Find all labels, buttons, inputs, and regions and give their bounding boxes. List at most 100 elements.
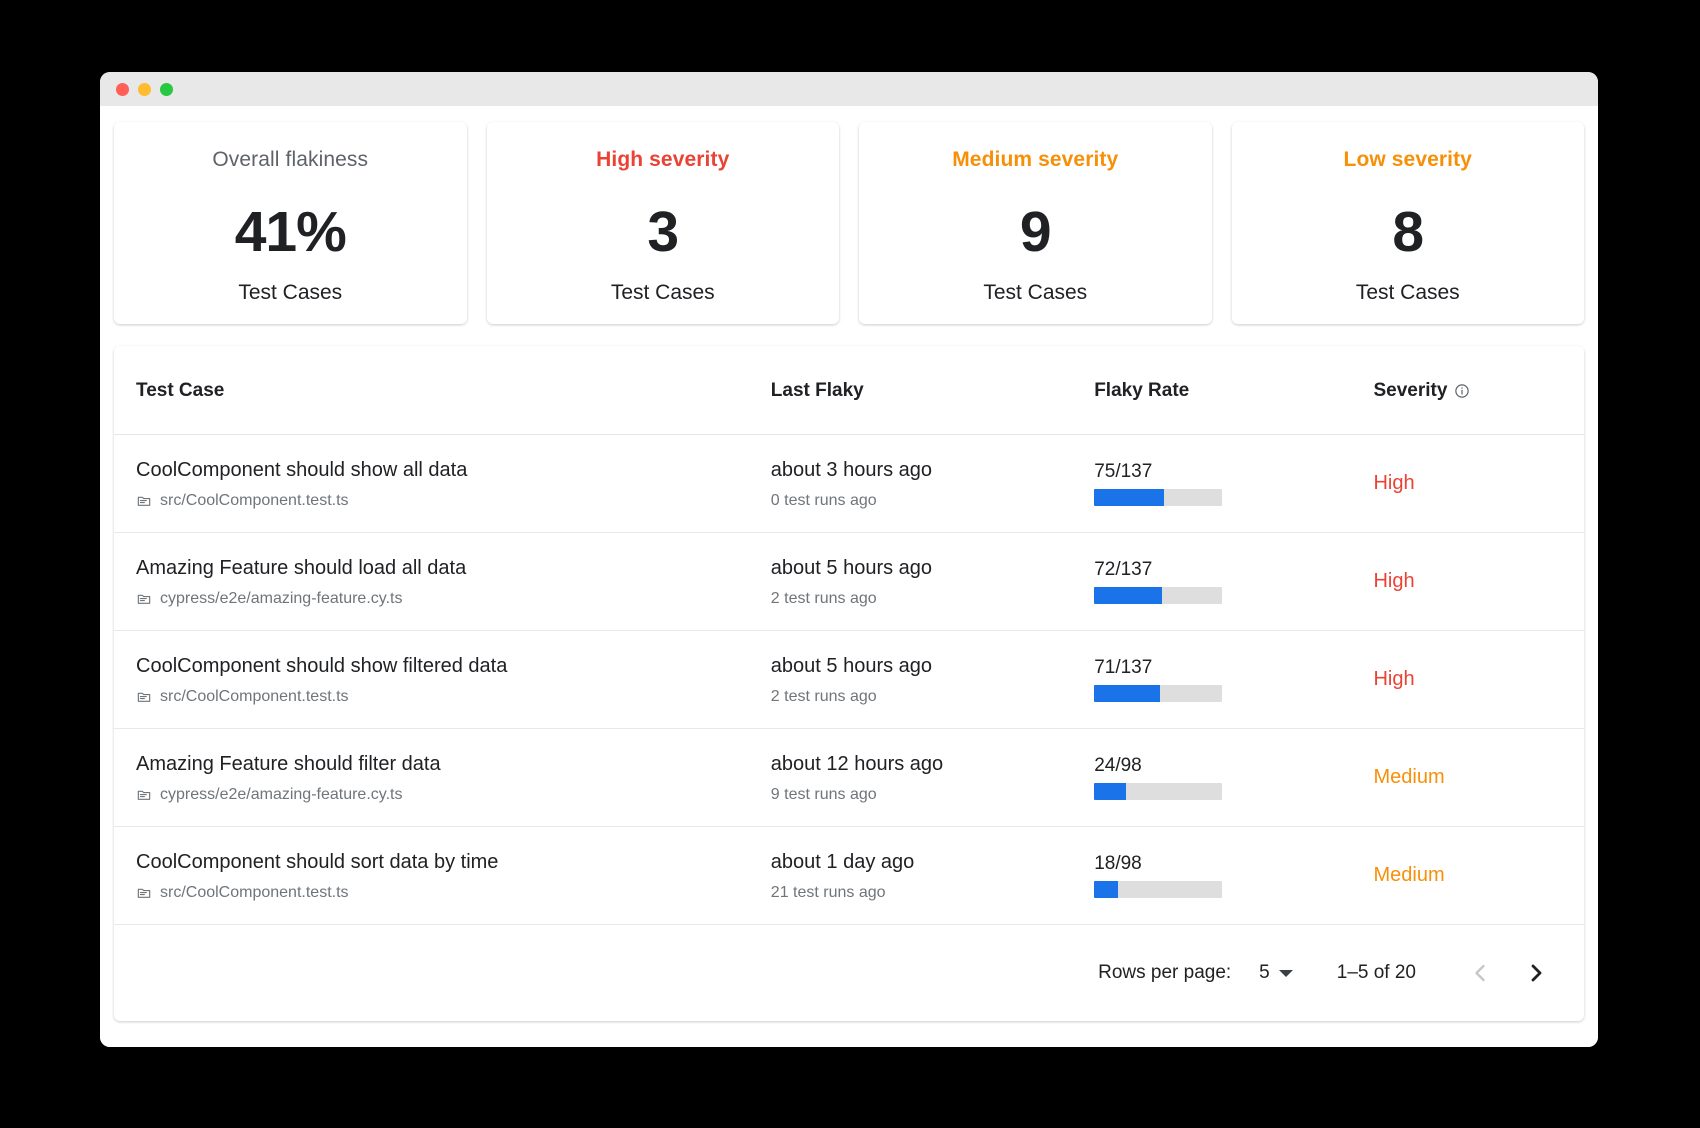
table-row[interactable]: Amazing Feature should load all data cypr…: [114, 532, 1584, 631]
flaky-rate-group: 18/98: [1094, 853, 1223, 898]
browser-window: Overall flakiness 41% Test Cases High se…: [100, 72, 1598, 1047]
test-case-file-path: src/CoolComponent.test.ts: [160, 884, 349, 901]
minimize-button[interactable]: [138, 82, 151, 96]
test-case-name: CoolComponent should sort data by time: [136, 851, 499, 873]
rows-per-page-value: 5: [1259, 962, 1270, 983]
cell-severity: High: [1363, 630, 1584, 729]
cell-flaky-rate: 24/98: [1084, 728, 1364, 827]
test-case-file: cypress/e2e/amazing-feature.cy.ts: [136, 786, 751, 804]
column-header-flaky-rate[interactable]: Flaky Rate: [1084, 346, 1364, 435]
table-row[interactable]: Amazing Feature should filter data cypres…: [114, 728, 1584, 827]
card-subtitle: Test Cases: [1355, 281, 1460, 304]
flaky-rate-group: 24/98: [1094, 755, 1223, 800]
card-value: 41%: [234, 200, 347, 264]
rows-per-page-label: Rows per page:: [1098, 962, 1232, 983]
cell-last-flaky: about 5 hours ago 2 test runs ago: [760, 630, 1085, 729]
page-content: Overall flakiness 41% Test Cases High se…: [100, 106, 1598, 1047]
document-icon: [136, 885, 152, 901]
cell-test-case: Amazing Feature should load all data cypr…: [114, 532, 761, 631]
severity-header-group: Severity: [1373, 380, 1470, 402]
test-case-file: src/CoolComponent.test.ts: [136, 688, 751, 706]
cell-test-case: CoolComponent should sort data by time sr…: [114, 826, 761, 925]
test-case-file-path: cypress/e2e/amazing-feature.cy.ts: [160, 786, 403, 803]
severity-badge: High: [1373, 668, 1415, 690]
card-subtitle: Test Cases: [238, 281, 343, 304]
flaky-rate-progress-fill: [1094, 489, 1165, 506]
card-value: 8: [1392, 200, 1424, 264]
card-high-severity[interactable]: High severity 3 Test Cases: [486, 122, 839, 324]
info-icon[interactable]: [1454, 383, 1470, 399]
cell-flaky-rate: 18/98: [1084, 826, 1364, 925]
cell-severity: High: [1363, 532, 1584, 631]
chevron-down-icon: [1278, 969, 1293, 977]
cell-flaky-rate: 71/137: [1084, 630, 1364, 729]
document-icon: [136, 689, 152, 705]
last-flaky-time: about 12 hours ago: [770, 753, 944, 775]
card-value: 9: [1019, 200, 1052, 264]
severity-header-label: Severity: [1373, 380, 1448, 401]
flaky-tests-panel: Test Case Last Flaky Flaky Rate Severity: [114, 346, 1584, 1021]
card-subtitle: Test Cases: [610, 281, 715, 304]
test-case-name: CoolComponent should show all data: [136, 459, 468, 481]
cell-severity: High: [1363, 434, 1584, 533]
severity-badge: Medium: [1373, 766, 1445, 788]
last-flaky-runs-ago: 0 test runs ago: [770, 492, 877, 509]
last-flaky-time: about 3 hours ago: [770, 459, 933, 481]
card-title: Overall flakiness: [212, 148, 369, 171]
severity-badge: Medium: [1373, 864, 1445, 886]
window-titlebar: [100, 72, 1598, 106]
flaky-rate-progress-track: [1094, 881, 1223, 898]
screen-root: Overall flakiness 41% Test Cases High se…: [0, 0, 1700, 1128]
table-pagination: Rows per page: 5 1–5 of 20: [114, 925, 1584, 1021]
column-header-test-case[interactable]: Test Case: [114, 346, 761, 435]
table-row[interactable]: CoolComponent should show filtered data s…: [114, 630, 1584, 729]
flaky-rate-progress-fill: [1094, 685, 1161, 702]
card-overall-flakiness[interactable]: Overall flakiness 41% Test Cases: [114, 122, 467, 324]
rows-per-page-select[interactable]: 5: [1259, 962, 1293, 984]
cell-test-case: Amazing Feature should filter data cypres…: [114, 728, 761, 827]
flaky-rate-text: 18/98: [1094, 853, 1142, 874]
flaky-rate-text: 75/137: [1094, 461, 1153, 482]
maximize-button[interactable]: [160, 82, 173, 96]
card-title: Medium severity: [952, 148, 1119, 171]
last-flaky-time: about 1 day ago: [770, 851, 915, 873]
card-low-severity[interactable]: Low severity 8 Test Cases: [1231, 122, 1584, 324]
table-row[interactable]: CoolComponent should sort data by time sr…: [114, 826, 1584, 925]
cell-last-flaky: about 5 hours ago 2 test runs ago: [760, 532, 1085, 631]
flaky-rate-text: 24/98: [1094, 755, 1142, 776]
test-case-file: src/CoolComponent.test.ts: [136, 884, 751, 902]
last-flaky-runs-ago: 9 test runs ago: [770, 786, 877, 803]
cell-last-flaky: about 12 hours ago 9 test runs ago: [760, 728, 1085, 827]
cell-test-case: CoolComponent should show all data src/Co…: [114, 434, 761, 533]
previous-page-button[interactable]: [1458, 951, 1502, 995]
test-case-name: Amazing Feature should load all data: [136, 557, 467, 579]
last-flaky-runs-ago: 2 test runs ago: [770, 688, 877, 705]
last-flaky-time: about 5 hours ago: [770, 557, 933, 579]
document-icon: [136, 493, 152, 509]
flaky-rate-progress-track: [1094, 489, 1223, 506]
flaky-rate-progress-track: [1094, 685, 1223, 702]
test-case-file-path: src/CoolComponent.test.ts: [160, 688, 349, 705]
close-button[interactable]: [116, 82, 129, 96]
flaky-rate-text: 72/137: [1094, 559, 1153, 580]
flaky-rate-group: 75/137: [1094, 461, 1223, 506]
cell-flaky-rate: 72/137: [1084, 532, 1364, 631]
test-case-file-path: cypress/e2e/amazing-feature.cy.ts: [160, 590, 403, 607]
column-header-last-flaky[interactable]: Last Flaky: [760, 346, 1085, 435]
document-icon: [136, 787, 152, 803]
table-body: CoolComponent should show all data src/Co…: [114, 434, 1584, 925]
card-medium-severity[interactable]: Medium severity 9 Test Cases: [859, 122, 1212, 324]
cell-flaky-rate: 75/137: [1084, 434, 1364, 533]
flaky-tests-table: Test Case Last Flaky Flaky Rate Severity: [114, 346, 1584, 925]
last-flaky-runs-ago: 2 test runs ago: [770, 590, 877, 607]
card-value: 3: [647, 200, 679, 264]
column-header-severity[interactable]: Severity: [1363, 346, 1584, 435]
table-row[interactable]: CoolComponent should show all data src/Co…: [114, 434, 1584, 533]
table-header-row: Test Case Last Flaky Flaky Rate Severity: [114, 346, 1584, 435]
pagination-range-label: 1–5 of 20: [1336, 962, 1416, 983]
severity-badge: High: [1373, 472, 1415, 494]
next-page-button[interactable]: [1514, 951, 1558, 995]
test-case-file: cypress/e2e/amazing-feature.cy.ts: [136, 590, 751, 608]
flaky-rate-progress-fill: [1094, 783, 1126, 800]
test-case-file: src/CoolComponent.test.ts: [136, 492, 751, 510]
